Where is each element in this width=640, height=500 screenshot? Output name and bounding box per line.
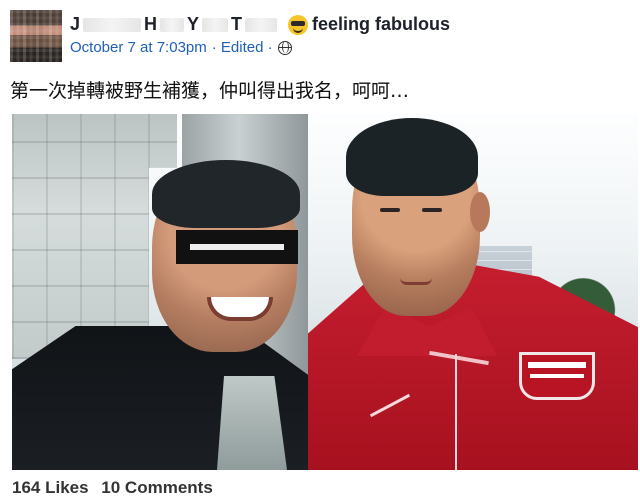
post-stats: 164 Likes 10 Comments xyxy=(12,478,213,498)
post-status-text: 第一次掉轉被野生補獲，仲叫得出我名，呵呵… xyxy=(10,80,410,102)
right-person-hair xyxy=(346,118,478,196)
right-person-ear xyxy=(470,192,490,232)
right-person-mouth xyxy=(400,278,432,285)
author-and-feeling: J H Y T feeling fabulous xyxy=(70,14,450,35)
comments-count[interactable]: 10 Comments xyxy=(101,478,212,497)
post-date-link[interactable]: October 7 at 7:03pm xyxy=(70,39,207,56)
jacket-badge xyxy=(519,352,595,400)
author-initial-3[interactable]: Y xyxy=(187,14,199,35)
globe-icon[interactable] xyxy=(277,40,292,55)
left-person-hair xyxy=(152,160,300,228)
post-photo[interactable] xyxy=(12,114,638,470)
author-initial-1[interactable]: J xyxy=(70,14,80,35)
edited-text: · Edited · xyxy=(211,39,273,56)
post-header: J H Y T feeling fabulous October 7 at 7:… xyxy=(8,6,632,62)
author-initial-4[interactable]: T xyxy=(231,14,242,35)
author-initial-2[interactable]: H xyxy=(144,14,157,35)
sunglasses-emoji-icon xyxy=(288,14,309,35)
censor-bar xyxy=(176,230,298,264)
feeling-text: feeling fabulous xyxy=(312,14,451,34)
author-name-blur-3 xyxy=(202,17,229,32)
post-meta: October 7 at 7:03pm · Edited · xyxy=(70,39,292,56)
avatar[interactable] xyxy=(10,10,62,62)
author-name-blur-4 xyxy=(245,17,278,32)
right-person-zipper xyxy=(455,354,457,470)
author-name-blur-2 xyxy=(160,17,185,32)
author-name-blur-1 xyxy=(83,17,142,32)
likes-count[interactable]: 164 Likes xyxy=(12,478,89,497)
